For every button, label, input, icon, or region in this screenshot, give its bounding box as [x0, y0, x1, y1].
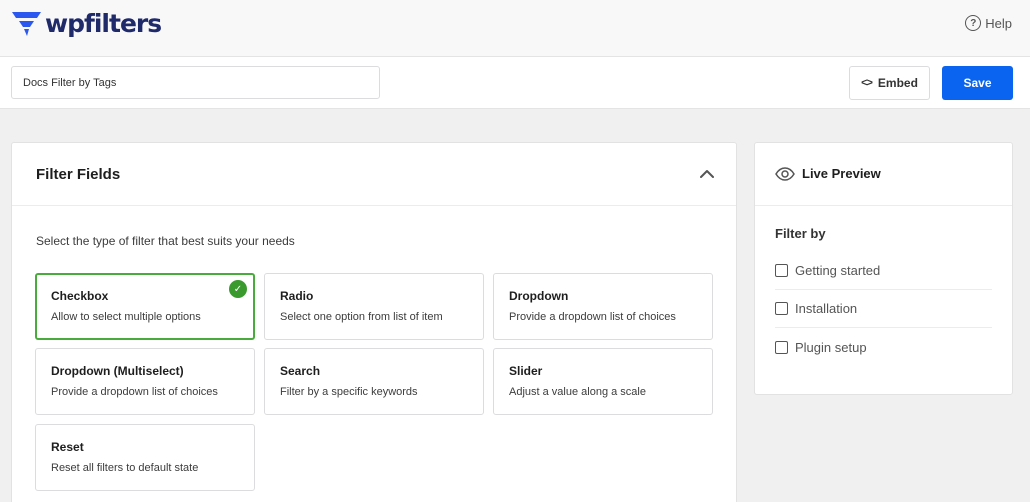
logo[interactable]: wpfilters	[10, 8, 162, 39]
card-description: Provide a dropdown list of choices	[51, 386, 218, 398]
live-preview-header: Live Preview	[755, 143, 1012, 206]
filter-fields-title: Filter Fields	[36, 166, 121, 183]
wpfilters-logo-icon	[12, 12, 41, 36]
filter-type-reset[interactable]: Reset Reset all filters to default state	[35, 424, 255, 491]
filter-type-radio[interactable]: Radio Select one option from list of ite…	[264, 273, 484, 340]
checkbox[interactable]	[775, 264, 788, 277]
filter-by-heading: Filter by	[775, 226, 826, 241]
filter-fields-header[interactable]: Filter Fields	[12, 143, 736, 206]
card-description: Reset all filters to default state	[51, 462, 199, 474]
card-description: Provide a dropdown list of choices	[509, 311, 676, 323]
embed-button[interactable]: <> Embed	[849, 66, 930, 100]
logo-text: wpfilters	[45, 8, 162, 38]
card-description: Select one option from list of item	[280, 311, 443, 323]
preview-option[interactable]: Plugin setup	[775, 328, 992, 366]
card-title: Slider	[509, 364, 543, 378]
code-icon: <>	[861, 77, 873, 89]
card-title: Search	[280, 364, 321, 378]
check-icon: ✓	[229, 280, 247, 298]
card-title: Checkbox	[51, 289, 109, 303]
chevron-up-icon[interactable]	[700, 167, 714, 181]
filter-type-slider[interactable]: Slider Adjust a value along a scale	[493, 348, 713, 415]
card-title: Radio	[280, 289, 314, 303]
question-circle-icon: ?	[965, 15, 982, 31]
card-title: Dropdown (Multiselect)	[51, 364, 184, 378]
top-bar: wpfilters ? Help	[0, 0, 1030, 57]
filter-type-checkbox[interactable]: Checkbox Allow to select multiple option…	[35, 273, 255, 340]
preview-option[interactable]: Installation	[775, 290, 992, 328]
live-preview-title: Live Preview	[802, 166, 881, 181]
filter-type-search[interactable]: Search Filter by a specific keywords	[264, 348, 484, 415]
eye-icon	[775, 167, 795, 181]
card-description: Adjust a value along a scale	[509, 386, 646, 398]
card-description: Allow to select multiple options	[51, 311, 201, 323]
checkbox[interactable]	[775, 340, 788, 354]
preview-option[interactable]: Getting started	[775, 252, 992, 290]
option-label: Installation	[795, 301, 858, 316]
filter-fields-panel: Filter Fields Select the type of filter …	[11, 142, 737, 502]
help-label: Help	[985, 15, 1012, 31]
option-label: Getting started	[795, 263, 881, 278]
live-preview-panel: Live Preview Filter by Getting started I…	[754, 142, 1013, 395]
card-title: Reset	[51, 440, 84, 454]
checkbox[interactable]	[775, 302, 788, 315]
option-label: Plugin setup	[795, 339, 867, 355]
filter-toolbar: <> Embed Save	[0, 57, 1030, 109]
card-title: Dropdown	[509, 289, 569, 303]
card-description: Filter by a specific keywords	[280, 386, 418, 398]
filter-type-dropdown[interactable]: Dropdown Provide a dropdown list of choi…	[493, 273, 713, 340]
save-button[interactable]: Save	[942, 66, 1013, 100]
filter-fields-description: Select the type of filter that best suit…	[36, 234, 295, 248]
help-link[interactable]: ? Help	[965, 15, 1012, 31]
embed-label: Embed	[877, 76, 918, 90]
filter-name-input[interactable]	[11, 66, 380, 99]
filter-type-dropdown-multiselect[interactable]: Dropdown (Multiselect) Provide a dropdow…	[35, 348, 255, 415]
